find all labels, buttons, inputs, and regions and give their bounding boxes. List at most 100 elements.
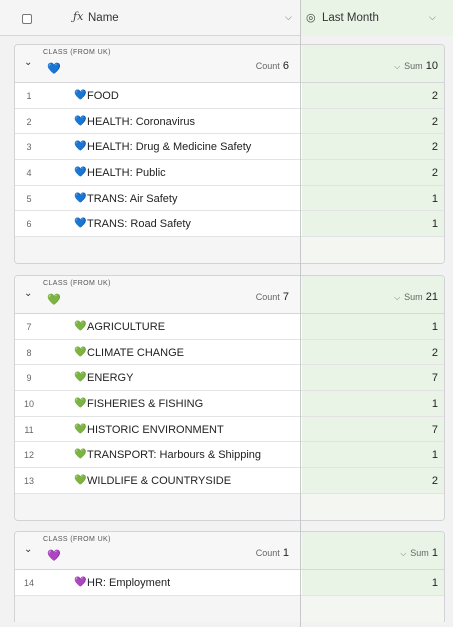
group-header[interactable]: ⌄ CLASS (FROM UK) 💚 Count 7 ⌵ Sum 21 <box>15 276 444 314</box>
row-name-cell[interactable]: FISHERIES & FISHING <box>87 398 203 410</box>
formula-icon: ƒx <box>73 10 84 23</box>
sum-chevron-icon: ⌵ <box>400 549 407 558</box>
last-month-cell[interactable]: 2 <box>432 167 438 179</box>
name-column-header[interactable]: Name <box>88 12 119 24</box>
last-month-cell[interactable]: 2 <box>432 116 438 128</box>
last-month-cell[interactable]: 1 <box>432 449 438 461</box>
collapse-chevron-icon[interactable]: ⌄ <box>24 288 32 299</box>
row-number: 7 <box>26 322 32 332</box>
row-number: 1 <box>26 91 32 101</box>
rollup-icon: ◎ <box>306 12 316 24</box>
last-month-cell[interactable]: 2 <box>432 141 438 153</box>
table-row[interactable]: 12 💚 TRANSPORT: Harbours & Shipping 1 <box>15 442 444 469</box>
heart-icon: 💚 <box>74 346 87 358</box>
table-row[interactable]: 10 💚 FISHERIES & FISHING 1 <box>15 391 444 417</box>
table-row[interactable]: 5 💙 TRANS: Air Safety 1 <box>15 185 444 212</box>
group-count: Count 7 <box>255 291 289 303</box>
row-number: 3 <box>26 142 32 153</box>
collapse-chevron-icon[interactable]: ⌄ <box>24 544 32 555</box>
heart-icon: 💚 <box>74 372 87 384</box>
group-sum[interactable]: ⌵ Sum 1 <box>400 547 438 559</box>
table-header: ƒx Name ⌵ ◎ Last Month ⌵ <box>0 0 453 36</box>
last-month-cell[interactable]: 7 <box>432 372 438 384</box>
row-name-cell[interactable]: HEALTH: Public <box>87 167 166 179</box>
group-class-label: CLASS (FROM UK) <box>43 280 111 287</box>
table-row[interactable]: 8 💚 CLIMATE CHANGE 2 <box>15 339 444 366</box>
last-month-cell[interactable]: 2 <box>432 347 438 359</box>
row-number: 12 <box>23 450 34 461</box>
row-name-cell[interactable]: TRANSPORT: Harbours & Shipping <box>87 449 261 461</box>
table-row[interactable]: 9 💚 ENERGY 7 <box>15 365 444 392</box>
table-row[interactable]: 14 💜 HR: Employment 1 <box>15 570 444 596</box>
name-column-menu-chevron-icon[interactable]: ⌵ <box>285 12 292 23</box>
row-number: 6 <box>26 219 32 230</box>
row-name-cell[interactable]: HR: Employment <box>87 577 170 589</box>
group-class-label: CLASS (FROM UK) <box>43 536 111 543</box>
row-number: 5 <box>26 193 32 204</box>
row-number: 9 <box>26 373 32 384</box>
last-month-column-menu-chevron-icon[interactable]: ⌵ <box>429 12 436 23</box>
group-header[interactable]: ⌄ CLASS (FROM UK) 💜 Count 1 ⌵ Sum 1 <box>15 532 444 570</box>
table-row[interactable]: 7 💚 AGRICULTURE 1 <box>15 314 444 340</box>
last-month-column-header[interactable]: Last Month <box>322 12 379 24</box>
sum-chevron-icon: ⌵ <box>394 62 401 71</box>
heart-icon: 💚 <box>74 475 87 487</box>
row-name-cell[interactable]: ENERGY <box>87 372 133 384</box>
row-number: 13 <box>23 476 34 487</box>
group-footer <box>15 493 444 520</box>
group-purple: ⌄ CLASS (FROM UK) 💜 Count 1 ⌵ Sum 1 14 💜 HR… <box>14 531 445 622</box>
table-row[interactable]: 1 💙 FOOD 2 <box>15 83 444 109</box>
group-sum[interactable]: ⌵ Sum 10 <box>394 60 438 72</box>
table-row[interactable]: 13 💚 WILDLIFE & COUNTRYSIDE 2 <box>15 468 444 494</box>
row-number: 4 <box>26 168 32 179</box>
heart-icon: 💚 <box>74 449 87 461</box>
group-footer <box>15 595 444 622</box>
row-name-cell[interactable]: HEALTH: Coronavirus <box>87 116 195 128</box>
row-name-cell[interactable]: WILDLIFE & COUNTRYSIDE <box>87 475 231 487</box>
heart-icon: 💚 <box>74 321 87 332</box>
row-name-cell[interactable]: TRANS: Road Safety <box>87 218 191 230</box>
last-month-cell[interactable]: 2 <box>432 90 438 102</box>
table-row[interactable]: 6 💙 TRANS: Road Safety 1 <box>15 211 444 238</box>
last-month-cell[interactable]: 1 <box>432 218 438 230</box>
heart-icon: 💙 <box>74 167 87 179</box>
heart-icon: 💜 <box>74 577 87 588</box>
heart-icon: 💙 <box>74 218 87 230</box>
heart-icon: 💙 <box>74 90 87 101</box>
purple-heart-icon: 💜 <box>47 550 61 562</box>
row-name-cell[interactable]: FOOD <box>87 90 119 102</box>
row-number: 2 <box>26 116 32 127</box>
group-blue: ⌄ CLASS (FROM UK) 💙 Count 6 ⌵ Sum 10 1 💙 FO… <box>14 44 445 265</box>
last-month-cell[interactable]: 7 <box>432 424 438 436</box>
group-count: Count 1 <box>255 547 289 559</box>
last-month-cell[interactable]: 1 <box>432 577 438 589</box>
heart-icon: 💙 <box>74 141 87 153</box>
row-number: 11 <box>24 424 34 435</box>
heart-icon: 💚 <box>74 423 87 435</box>
last-month-cell[interactable]: 1 <box>432 398 438 410</box>
last-month-cell[interactable]: 1 <box>432 321 438 333</box>
row-name-cell[interactable]: HEALTH: Drug & Medicine Safety <box>87 141 251 153</box>
group-footer <box>15 237 444 264</box>
group-header[interactable]: ⌄ CLASS (FROM UK) 💙 Count 6 ⌵ Sum 10 <box>15 45 444 83</box>
table-row[interactable]: 3 💙 HEALTH: Drug & Medicine Safety 2 <box>15 134 444 161</box>
column-divider[interactable] <box>300 0 301 627</box>
last-month-cell[interactable]: 2 <box>432 475 438 487</box>
select-all-checkbox[interactable] <box>22 14 32 24</box>
heart-icon: 💙 <box>74 115 87 127</box>
group-green: ⌄ CLASS (FROM UK) 💚 Count 7 ⌵ Sum 21 7 💚 AG… <box>14 275 445 521</box>
blue-heart-icon: 💙 <box>47 63 61 75</box>
row-name-cell[interactable]: HISTORIC ENVIRONMENT <box>87 424 224 436</box>
row-number: 10 <box>23 399 34 410</box>
row-name-cell[interactable]: CLIMATE CHANGE <box>87 347 184 359</box>
group-class-label: CLASS (FROM UK) <box>43 49 111 56</box>
row-name-cell[interactable]: AGRICULTURE <box>87 321 165 333</box>
table-row[interactable]: 4 💙 HEALTH: Public 2 <box>15 160 444 186</box>
table-row[interactable]: 11 💚 HISTORIC ENVIRONMENT 7 <box>15 416 444 443</box>
sum-chevron-icon: ⌵ <box>394 293 401 302</box>
table-row[interactable]: 2 💙 HEALTH: Coronavirus 2 <box>15 108 444 135</box>
last-month-cell[interactable]: 1 <box>432 193 438 205</box>
group-sum[interactable]: ⌵ Sum 21 <box>394 291 438 303</box>
collapse-chevron-icon[interactable]: ⌄ <box>24 57 32 68</box>
row-name-cell[interactable]: TRANS: Air Safety <box>87 193 177 205</box>
